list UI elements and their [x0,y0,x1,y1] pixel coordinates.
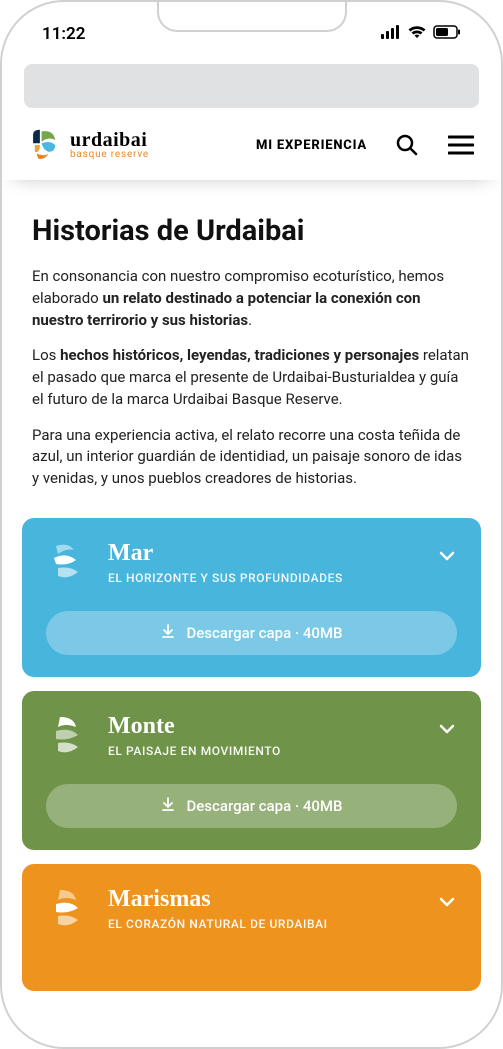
download-label: Descargar capa · 40MB [186,624,342,642]
intro-paragraph-3: Para una experiencia activa, el relato r… [32,425,471,490]
card-title: Mar [108,540,457,567]
status-time: 11:22 [42,16,85,44]
brand-subtitle: basque reserve [70,150,149,160]
intro-paragraph-1: En consonancia con nuestro compromiso ec… [32,266,471,331]
download-button-mar[interactable]: Descargar capa · 40MB [46,611,457,655]
card-title: Marismas [108,886,457,913]
page-title: Historias de Urdaibai [32,214,471,248]
mar-icon [46,540,90,584]
browser-url-bar[interactable] [24,64,479,108]
brand-name: urdaibai [70,130,149,150]
download-button-monte[interactable]: Descargar capa · 40MB [46,784,457,828]
card-subtitle: EL PAISAJE EN MOVIMIENTO [108,744,457,758]
card-subtitle: EL HORIZONTE Y SUS PROFUNDIDADES [108,571,457,585]
chevron-down-icon[interactable] [437,546,457,570]
brand-logo[interactable]: urdaibai basque reserve [28,128,149,162]
brand-logo-icon [28,128,62,162]
card-monte[interactable]: Monte EL PAISAJE EN MOVIMIENTO Descargar… [22,691,481,850]
search-icon[interactable] [393,131,421,159]
menu-icon[interactable] [447,131,475,159]
phone-notch [157,2,347,32]
card-mar[interactable]: Mar EL HORIZONTE Y SUS PROFUNDIDADES Des… [22,518,481,677]
wifi-icon [407,24,427,44]
main-content: Historias de Urdaibai En consonancia con… [2,180,501,490]
download-icon [160,623,176,643]
marismas-icon [46,886,90,930]
download-label: Descargar capa · 40MB [186,797,342,815]
card-marismas[interactable]: Marismas EL CORAZÓN NATURAL DE URDAIBAI [22,864,481,991]
chevron-down-icon[interactable] [437,892,457,916]
intro-paragraph-2: Los hechos históricos, leyendas, tradici… [32,345,471,410]
story-cards: Mar EL HORIZONTE Y SUS PROFUNDIDADES Des… [2,518,501,991]
card-title: Monte [108,713,457,740]
card-subtitle: EL CORAZÓN NATURAL DE URDAIBAI [108,917,457,931]
chevron-down-icon[interactable] [437,719,457,743]
monte-icon [46,713,90,757]
app-header: urdaibai basque reserve MI EXPERIENCIA [2,108,501,180]
signal-icon [381,24,401,44]
nav-my-experience[interactable]: MI EXPERIENCIA [256,138,367,153]
battery-icon [433,24,461,44]
download-icon [160,796,176,816]
